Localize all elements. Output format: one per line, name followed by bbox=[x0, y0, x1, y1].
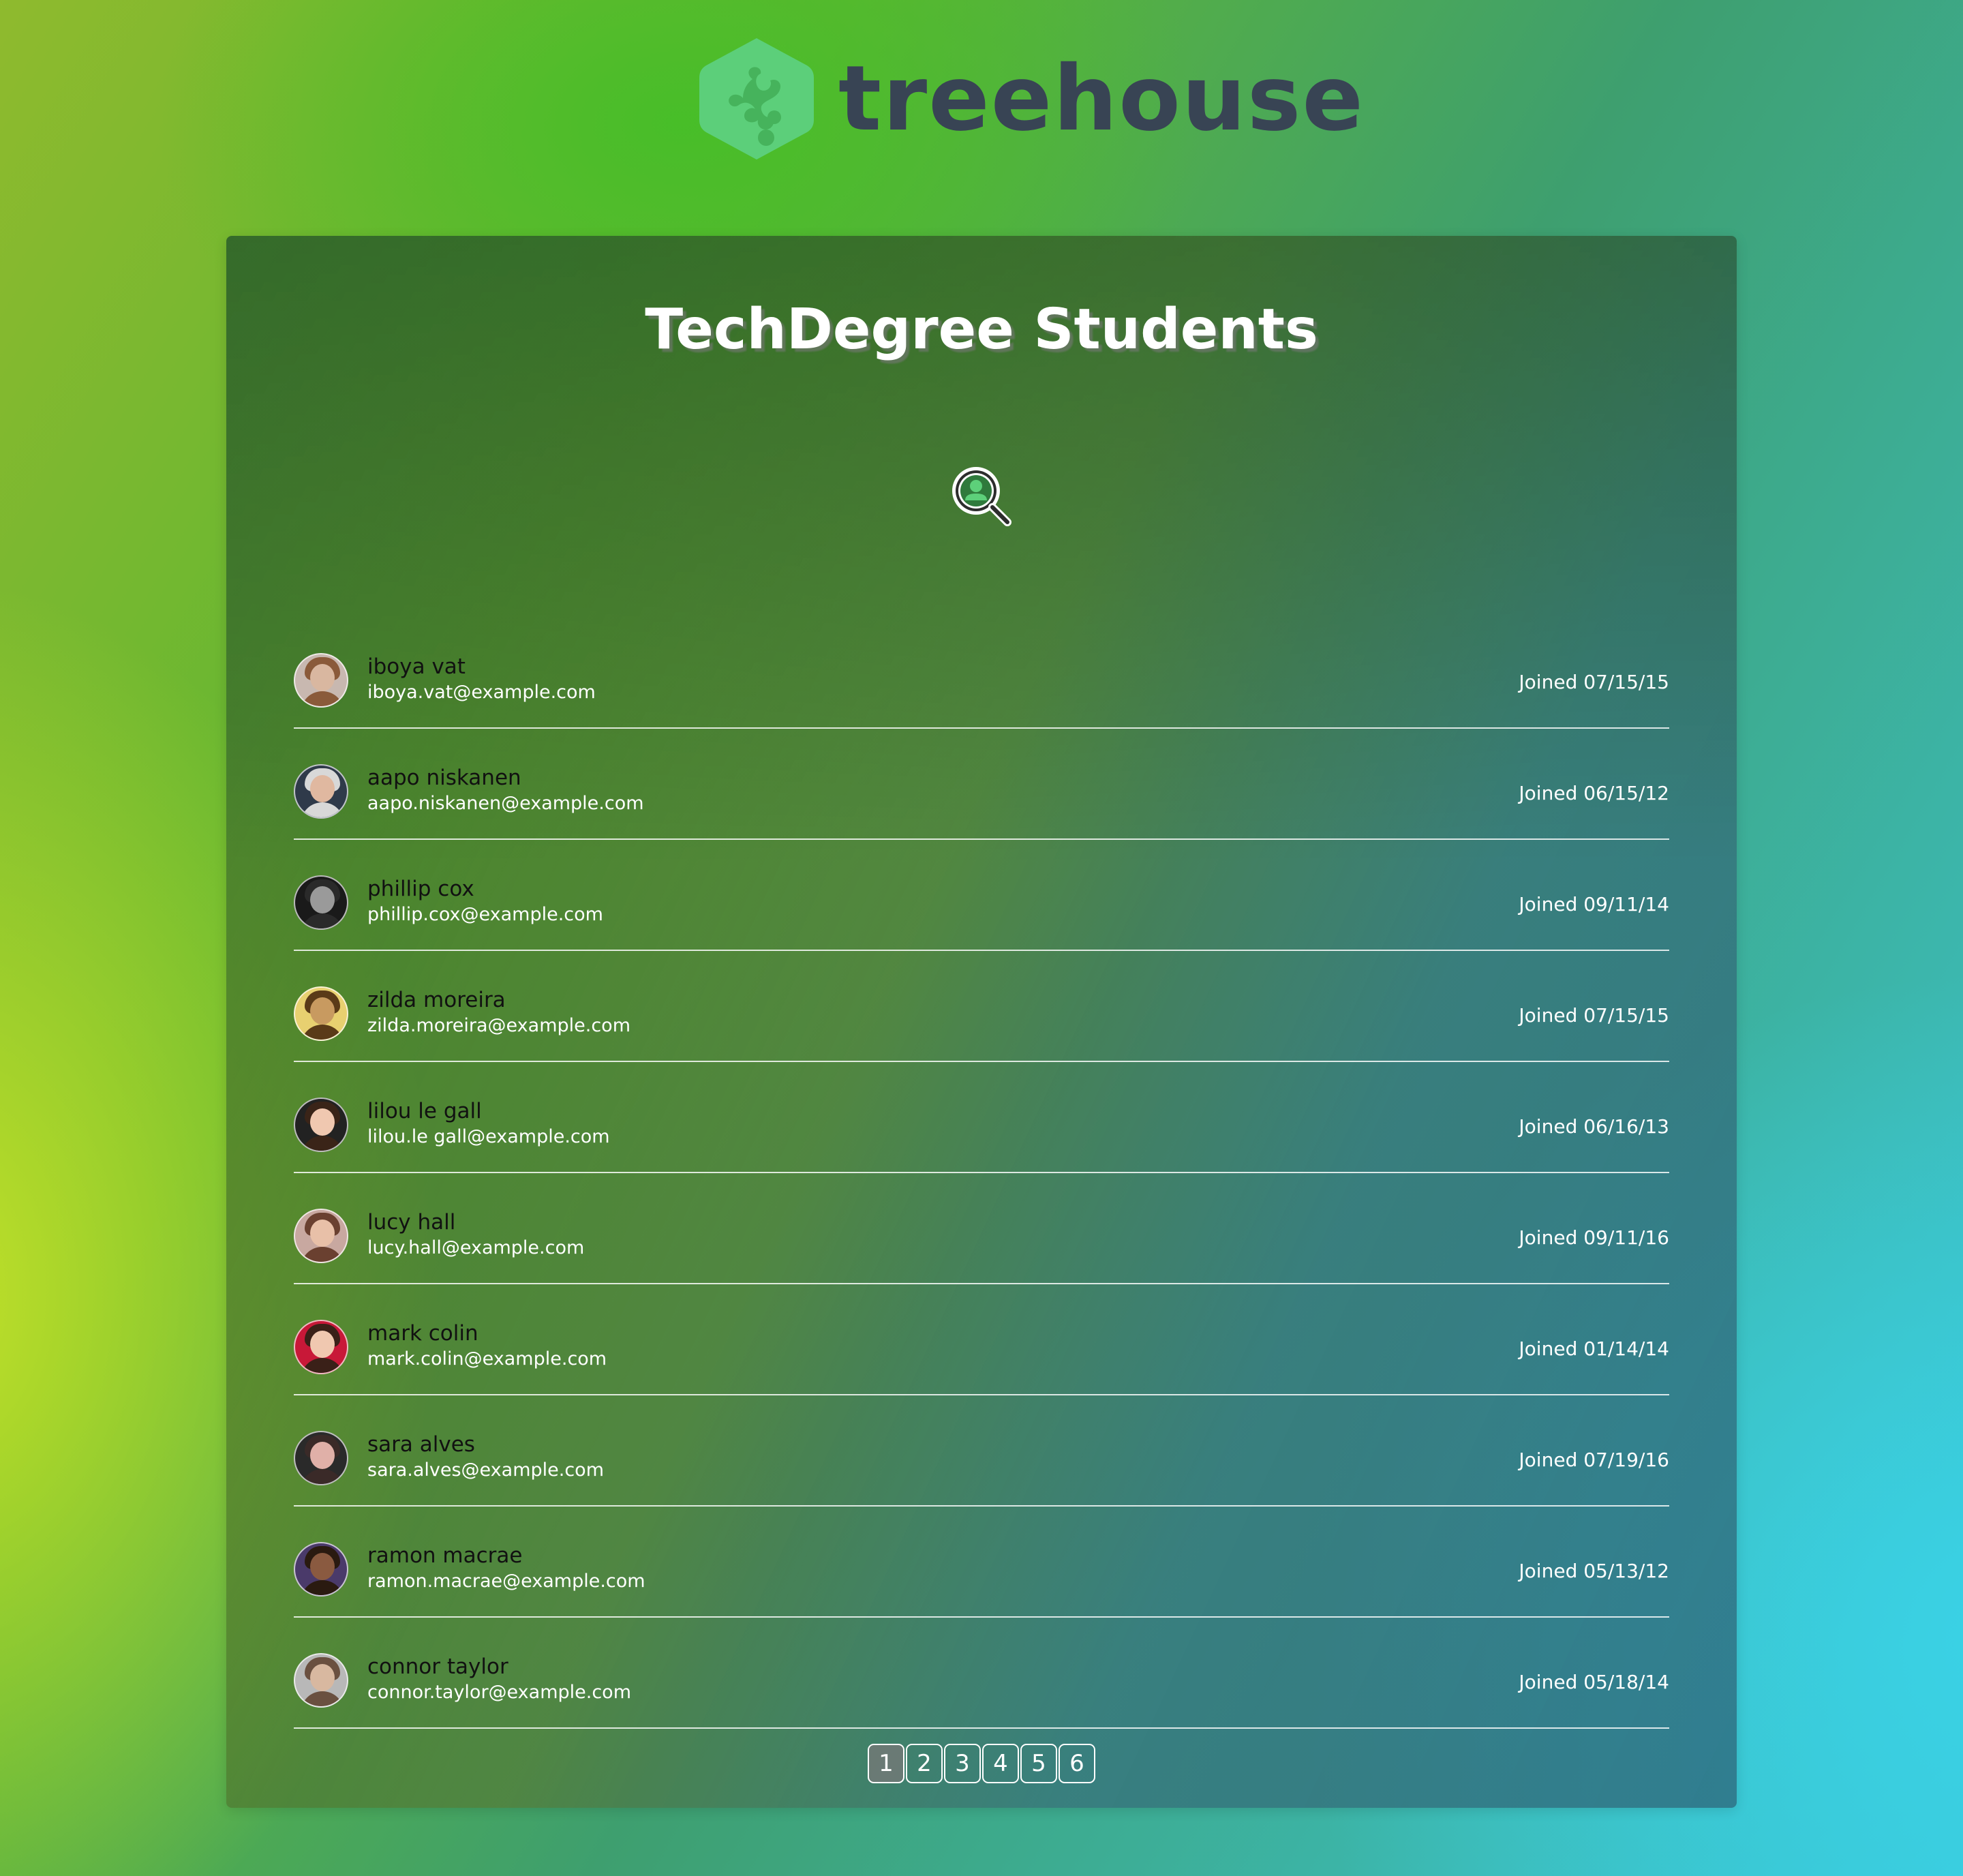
avatar bbox=[294, 764, 348, 819]
students-panel: TechDegree Students iboya vat iboya.vat@… bbox=[226, 236, 1737, 1808]
treehouse-logo: treehouse bbox=[695, 34, 1365, 164]
student-joined-date: Joined 07/15/15 bbox=[1519, 1004, 1669, 1027]
page-2-button[interactable]: 2 bbox=[906, 1744, 943, 1783]
avatar-face bbox=[310, 997, 335, 1025]
student-joined-date: Joined 05/18/14 bbox=[1519, 1671, 1669, 1693]
student-joined-date: Joined 01/14/14 bbox=[1519, 1337, 1669, 1360]
treehouse-logo-icon bbox=[699, 38, 814, 160]
user-search-icon bbox=[952, 467, 1011, 526]
page-4-button[interactable]: 4 bbox=[982, 1744, 1019, 1783]
student-joined-date: Joined 06/16/13 bbox=[1519, 1115, 1669, 1138]
avatar-body bbox=[301, 802, 344, 817]
avatar-face bbox=[310, 1108, 335, 1136]
student-name: aapo niskanen bbox=[367, 766, 521, 790]
student-joined-date: Joined 06/15/12 bbox=[1519, 782, 1669, 804]
avatar-face bbox=[310, 1664, 335, 1691]
student-email: aapo.niskanen@example.com bbox=[367, 793, 644, 814]
student-email: zilda.moreira@example.com bbox=[367, 1015, 630, 1036]
avatar bbox=[294, 875, 348, 930]
student-name: ramon macrae bbox=[367, 1543, 523, 1568]
student-joined-date: Joined 07/15/15 bbox=[1519, 671, 1669, 693]
student-name: sara alves bbox=[367, 1432, 475, 1457]
student-joined-date: Joined 05/13/12 bbox=[1519, 1560, 1669, 1582]
student-email: iboya.vat@example.com bbox=[367, 682, 596, 703]
student-item: iboya vat iboya.vat@example.com Joined 0… bbox=[294, 618, 1669, 729]
avatar bbox=[294, 1542, 348, 1597]
avatar-face bbox=[310, 775, 335, 802]
student-email: connor.taylor@example.com bbox=[367, 1682, 632, 1703]
student-item: lucy hall lucy.hall@example.com Joined 0… bbox=[294, 1173, 1669, 1284]
student-email: lilou.le gall@example.com bbox=[367, 1126, 610, 1147]
student-name: phillip cox bbox=[367, 877, 474, 901]
page-1-button[interactable]: 1 bbox=[868, 1744, 904, 1783]
avatar-body bbox=[301, 913, 344, 928]
student-email: mark.colin@example.com bbox=[367, 1348, 607, 1370]
student-name: zilda moreira bbox=[367, 988, 506, 1012]
student-name: mark colin bbox=[367, 1321, 478, 1346]
page-title: TechDegree Students bbox=[645, 297, 1318, 362]
avatar-face bbox=[310, 1442, 335, 1469]
student-name: lilou le gall bbox=[367, 1099, 482, 1123]
avatar-body bbox=[301, 691, 344, 706]
student-joined-date: Joined 09/11/14 bbox=[1519, 893, 1669, 916]
student-item: lilou le gall lilou.le gall@example.com … bbox=[294, 1062, 1669, 1173]
avatar-face bbox=[310, 1331, 335, 1358]
avatar-body bbox=[301, 1136, 344, 1151]
avatar-body bbox=[301, 1247, 344, 1262]
treehouse-wordmark: treehouse bbox=[838, 46, 1365, 151]
student-list: iboya vat iboya.vat@example.com Joined 0… bbox=[294, 618, 1669, 1729]
avatar-body bbox=[301, 1469, 344, 1484]
student-joined-date: Joined 07/19/16 bbox=[1519, 1449, 1669, 1471]
avatar-face bbox=[310, 1220, 335, 1247]
student-joined-date: Joined 09/11/16 bbox=[1519, 1226, 1669, 1249]
page-3-button[interactable]: 3 bbox=[944, 1744, 981, 1783]
student-item: ramon macrae ramon.macrae@example.com Jo… bbox=[294, 1507, 1669, 1618]
student-email: lucy.hall@example.com bbox=[367, 1237, 585, 1258]
student-item: sara alves sara.alves@example.com Joined… bbox=[294, 1395, 1669, 1507]
student-email: phillip.cox@example.com bbox=[367, 904, 603, 925]
student-item: aapo niskanen aapo.niskanen@example.com … bbox=[294, 729, 1669, 840]
avatar bbox=[294, 1320, 348, 1374]
student-name: connor taylor bbox=[367, 1654, 508, 1679]
page-6-button[interactable]: 6 bbox=[1059, 1744, 1095, 1783]
avatar bbox=[294, 986, 348, 1041]
avatar bbox=[294, 1209, 348, 1263]
avatar-body bbox=[301, 1358, 344, 1373]
search-button[interactable] bbox=[947, 464, 1018, 534]
student-item: connor taylor connor.taylor@example.com … bbox=[294, 1618, 1669, 1729]
avatar-face bbox=[310, 886, 335, 913]
avatar-body bbox=[301, 1025, 344, 1040]
student-item: zilda moreira zilda.moreira@example.com … bbox=[294, 951, 1669, 1062]
page-5-button[interactable]: 5 bbox=[1020, 1744, 1057, 1783]
avatar bbox=[294, 1431, 348, 1485]
avatar-face bbox=[310, 664, 335, 691]
student-email: sara.alves@example.com bbox=[367, 1459, 605, 1481]
avatar-body bbox=[301, 1580, 344, 1595]
student-name: iboya vat bbox=[367, 654, 466, 679]
student-name: lucy hall bbox=[367, 1210, 456, 1235]
avatar bbox=[294, 653, 348, 708]
student-email: ramon.macrae@example.com bbox=[367, 1571, 645, 1592]
avatar bbox=[294, 1653, 348, 1708]
student-item: mark colin mark.colin@example.com Joined… bbox=[294, 1284, 1669, 1395]
avatar-body bbox=[301, 1691, 344, 1706]
avatar bbox=[294, 1098, 348, 1152]
student-item: phillip cox phillip.cox@example.com Join… bbox=[294, 840, 1669, 951]
avatar-face bbox=[310, 1553, 335, 1580]
pagination: 123456 bbox=[226, 1744, 1737, 1783]
